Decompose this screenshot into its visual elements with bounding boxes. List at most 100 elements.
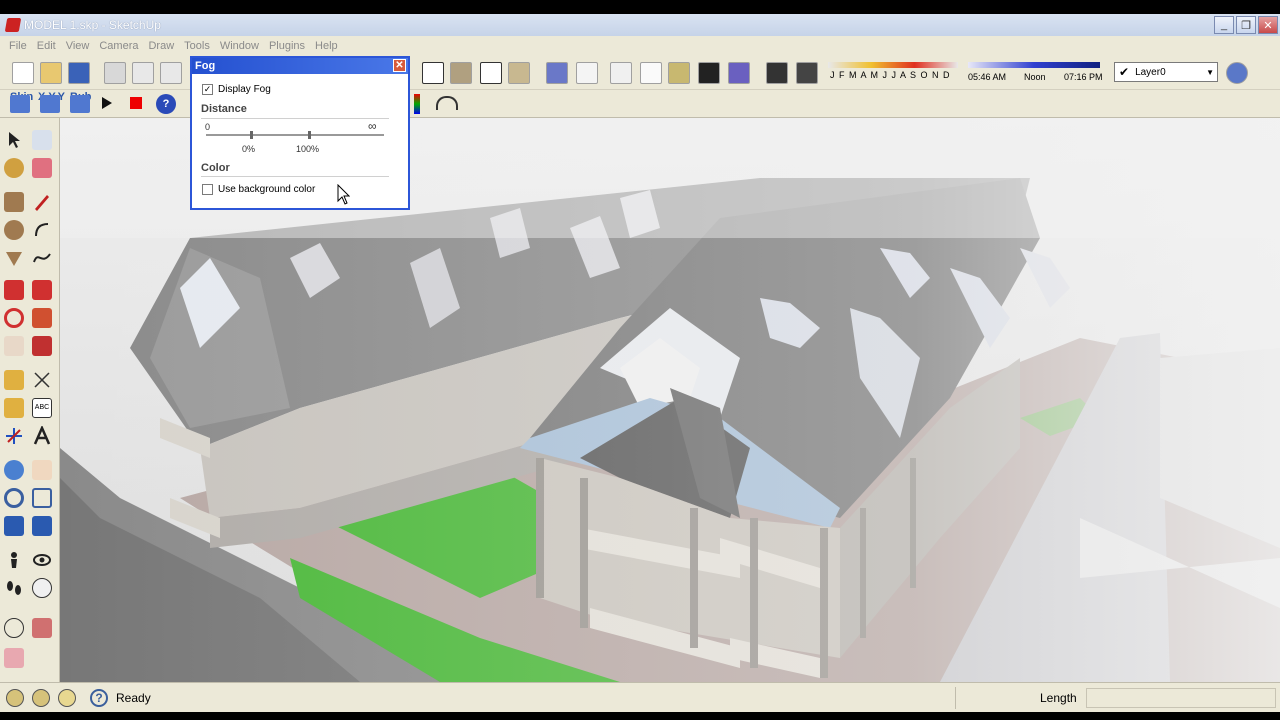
help-icon[interactable]: ? [90, 688, 108, 707]
new-file-icon[interactable] [12, 62, 34, 84]
orbit-icon[interactable] [4, 460, 24, 480]
menu-window[interactable]: Window [215, 40, 264, 52]
eraser-icon[interactable] [32, 158, 52, 178]
month-slider[interactable] [828, 62, 958, 68]
menu-draw[interactable]: Draw [143, 40, 179, 52]
axes-icon[interactable] [4, 426, 24, 446]
3d-text-icon[interactable] [32, 424, 52, 446]
copy-icon[interactable] [132, 62, 154, 84]
zoom-icon[interactable] [4, 488, 24, 508]
section-cut-icon[interactable] [32, 618, 52, 638]
shaded-icon[interactable] [668, 62, 690, 84]
sandbox-icon[interactable] [4, 648, 24, 668]
paste-icon[interactable] [160, 62, 182, 84]
warehouse-icon[interactable] [450, 62, 472, 84]
monochrome-icon[interactable] [728, 62, 750, 84]
play-icon[interactable] [102, 97, 112, 109]
fog-distance-slider[interactable] [206, 134, 384, 136]
text-tool-icon[interactable]: ABC [32, 398, 52, 418]
menu-camera[interactable]: Camera [94, 40, 143, 52]
xyy-plugin-icon[interactable] [40, 95, 60, 113]
credits-icon[interactable] [32, 688, 50, 707]
house-icon[interactable] [422, 62, 444, 84]
fog-end-thumb[interactable] [308, 131, 311, 139]
select-arrow-icon[interactable] [4, 130, 24, 150]
menu-edit[interactable]: Edit [32, 40, 61, 52]
zoom-window-icon[interactable] [32, 488, 52, 508]
status-divider [955, 687, 956, 709]
follow-me-icon[interactable] [32, 308, 52, 328]
color-dots-icon[interactable] [414, 94, 420, 114]
section-plane-icon[interactable] [32, 578, 52, 598]
save-icon[interactable] [68, 62, 90, 84]
arc-icon[interactable] [32, 220, 52, 240]
menu-help[interactable]: Help [310, 40, 343, 52]
house-outline-icon[interactable] [480, 62, 502, 84]
fog-dialog-titlebar[interactable]: Fog ✕ [192, 58, 408, 74]
layer-manager-icon[interactable] [1226, 62, 1248, 84]
zoom-extents-icon[interactable] [4, 516, 24, 536]
time-slider[interactable] [968, 62, 1100, 68]
paint-bucket-icon[interactable] [4, 158, 24, 178]
scale-icon[interactable] [4, 336, 24, 356]
bg-color-checkbox[interactable] [202, 184, 213, 195]
title-bar: MODEL 1.skp - SketchUp _ ❐ ✕ [0, 14, 1280, 36]
menu-file[interactable]: File [4, 40, 32, 52]
protractor-icon[interactable] [4, 398, 24, 418]
hidden-line-icon[interactable] [640, 62, 662, 84]
components-icon[interactable] [508, 62, 530, 84]
polygon-icon[interactable] [4, 248, 24, 268]
push-pull-icon[interactable] [32, 280, 52, 300]
distance-divider [201, 118, 389, 119]
help-plugin-icon[interactable]: ? [156, 94, 176, 114]
offset-icon[interactable] [32, 336, 52, 356]
geo-location-icon[interactable] [6, 688, 24, 707]
menu-plugins[interactable]: Plugins [264, 40, 310, 52]
xray-icon[interactable] [610, 62, 632, 84]
dimension-icon[interactable] [32, 370, 52, 390]
fog-start-thumb[interactable] [250, 131, 253, 139]
layer-dropdown[interactable]: ✔ Layer0 ▼ [1114, 62, 1218, 82]
display-fog-label: Display Fog [218, 84, 271, 95]
textured-icon[interactable] [698, 62, 720, 84]
position-camera-icon[interactable] [4, 550, 24, 570]
fog-close-icon[interactable]: ✕ [393, 59, 406, 72]
measurements-field[interactable] [1086, 688, 1276, 708]
maximize-button[interactable]: ❐ [1236, 16, 1256, 34]
cut-icon[interactable] [104, 62, 126, 84]
bub-plugin-icon[interactable] [70, 95, 90, 113]
minimize-button[interactable]: _ [1214, 16, 1234, 34]
shadow-settings-icon[interactable] [766, 62, 788, 84]
time-end-label: 07:16 PM [1064, 72, 1103, 82]
look-around-icon[interactable] [32, 550, 52, 570]
freehand-icon[interactable] [32, 248, 52, 268]
previous-view-icon[interactable] [32, 516, 52, 536]
menu-view[interactable]: View [61, 40, 95, 52]
mouse-cursor-icon [337, 184, 350, 205]
user-icon[interactable] [58, 688, 76, 707]
chevron-down-icon[interactable]: ▼ [1206, 68, 1214, 77]
display-fog-checkbox[interactable]: ✓ [202, 84, 213, 95]
circle-icon[interactable] [4, 220, 24, 240]
display-fog-row[interactable]: ✓ Display Fog [202, 84, 271, 95]
iso-view-icon[interactable] [546, 62, 568, 84]
pencil-icon[interactable] [32, 192, 52, 212]
move-icon[interactable] [4, 280, 24, 300]
menu-tools[interactable]: Tools [179, 40, 215, 52]
top-view-icon[interactable] [576, 62, 598, 84]
open-folder-icon[interactable] [40, 62, 62, 84]
rectangle-icon[interactable] [4, 192, 24, 212]
display-shadows-icon[interactable] [796, 62, 818, 84]
bg-color-row[interactable]: Use background color [202, 184, 315, 195]
arc-tool-icon[interactable] [436, 96, 458, 110]
walkthrough-icon[interactable] [4, 618, 24, 638]
tape-measure-icon[interactable] [4, 370, 24, 390]
skin-plugin-icon[interactable] [10, 95, 30, 113]
status-text: Ready [116, 690, 151, 705]
pan-icon[interactable] [32, 460, 52, 480]
walk-icon[interactable] [4, 578, 24, 598]
close-button[interactable]: ✕ [1258, 16, 1278, 34]
rotate-icon[interactable] [4, 308, 24, 328]
make-component-icon[interactable] [32, 130, 52, 150]
stop-icon[interactable] [130, 97, 142, 109]
